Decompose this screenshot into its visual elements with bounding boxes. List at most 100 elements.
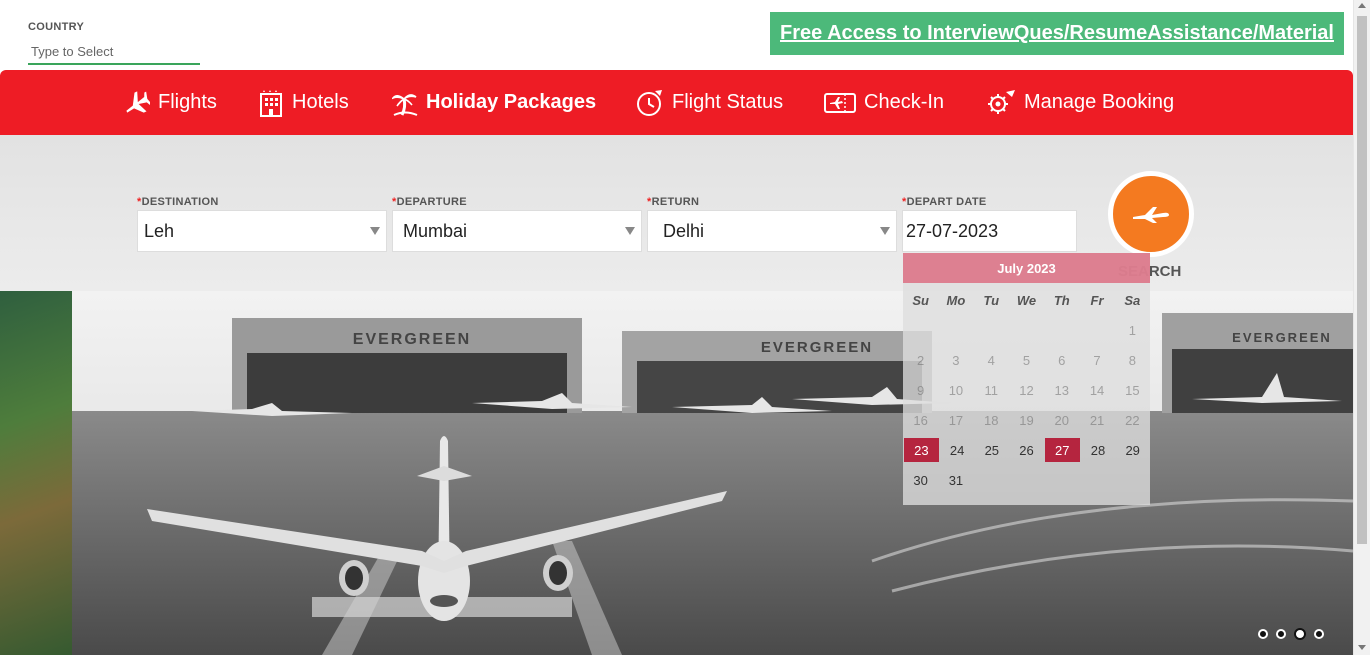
date-picker: July 2023 Su Mo Tu We Th Fr Sa 1 2 3 4 5 6 7 8 9 10 11 12 1…	[903, 253, 1150, 505]
calendar-weekday: Su	[912, 292, 929, 308]
nav-item-flights[interactable]: Flights	[122, 70, 217, 135]
calendar-day[interactable]: 28	[1081, 435, 1116, 465]
slider-dot[interactable]	[1258, 629, 1268, 639]
slider-dot-active[interactable]	[1294, 628, 1306, 640]
nav-item-label: Hotels	[292, 91, 349, 113]
nav-item-hotels[interactable]: Hotels	[258, 70, 349, 135]
departure-value: Mumbai	[403, 220, 468, 241]
gear-plane-icon	[988, 89, 1015, 114]
clock-plane-icon	[637, 89, 662, 116]
calendar-empty-cell	[1115, 465, 1150, 495]
chevron-down-icon	[880, 227, 890, 235]
chevron-down-icon	[625, 227, 635, 235]
hotel-icon	[260, 89, 282, 117]
slider-dot[interactable]	[1314, 629, 1324, 639]
depart-date-value: 27-07-2023	[906, 220, 999, 241]
calendar-empty-cell	[1009, 315, 1044, 345]
hero-banner: EVERGREEN EVERGREEN EVERGREEN	[0, 291, 1353, 655]
calendar-day[interactable]: 31	[938, 465, 973, 495]
slider-dot[interactable]	[1276, 629, 1286, 639]
country-label: COUNTRY	[28, 21, 85, 33]
hangar-sign: EVERGREEN	[761, 339, 873, 356]
calendar-day[interactable]: 26	[1009, 435, 1044, 465]
depart-date-input[interactable]: 27-07-2023	[902, 210, 1077, 252]
calendar-empty-cell	[903, 315, 938, 345]
calendar-day-disabled: 10	[948, 382, 964, 398]
calendar-day-disabled: 9	[917, 382, 925, 398]
calendar-day-selected[interactable]: 23	[904, 438, 939, 462]
nav-item-holiday-packages[interactable]: Holiday Packages	[392, 70, 596, 135]
hangar-sign: EVERGREEN	[353, 331, 471, 348]
calendar-weekday: We	[1016, 292, 1037, 308]
calendar-day-disabled: 3	[952, 352, 960, 368]
nav-item-check-in[interactable]: Check-In	[824, 70, 944, 135]
airplane-icon	[1133, 207, 1169, 223]
calendar-empty-cell	[974, 465, 1009, 495]
calendar-week-row: 16 17 18 19 20 21 22	[903, 405, 1150, 435]
search-button[interactable]	[1108, 171, 1194, 257]
calendar-day-disabled: 16	[913, 412, 928, 428]
calendar-day-disabled: 11	[984, 382, 998, 398]
nav-item-manage-booking[interactable]: Manage Booking	[986, 70, 1174, 135]
calendar-month-title: July 2023	[903, 253, 1150, 283]
chevron-down-icon	[370, 227, 380, 235]
calendar-day-disabled: 5	[1022, 352, 1031, 368]
nav-item-flight-status[interactable]: Flight Status	[636, 70, 783, 135]
calendar-grid: Su Mo Tu We Th Fr Sa 1 2 3 4 5 6 7 8 9 10 11 12 13 14 15 16 17 1…	[903, 285, 1150, 495]
return-select[interactable]: Delhi	[647, 210, 897, 252]
calendar-day-disabled: 8	[1128, 352, 1136, 368]
departure-select[interactable]: Mumbai	[392, 210, 642, 252]
calendar-day-selected[interactable]: 27	[1044, 438, 1080, 462]
scroll-down-arrow-icon[interactable]	[1358, 645, 1366, 650]
calendar-weekday: Sa	[1124, 292, 1141, 308]
calendar-weekday-row: Su Mo Tu We Th Fr Sa	[903, 285, 1150, 315]
calendar-day[interactable]: 30	[903, 465, 938, 495]
calendar-week-row: 30 31	[903, 465, 1150, 495]
calendar-weekday: Tu	[983, 292, 1000, 308]
calendar-day-disabled: 7	[1093, 352, 1101, 368]
calendar-day-disabled: 4	[987, 352, 995, 368]
calendar-empty-cell	[1009, 465, 1044, 495]
calendar-day-disabled: 15	[1125, 382, 1140, 398]
calendar-day-disabled: 19	[1019, 412, 1034, 428]
scroll-thumb[interactable]	[1357, 16, 1367, 544]
calendar-day[interactable]: 25	[974, 435, 1009, 465]
calendar-day-disabled: 6	[1058, 352, 1066, 368]
country-input[interactable]	[28, 40, 200, 65]
calendar-day-disabled: 21	[1089, 412, 1105, 428]
calendar-week-row: 2 3 4 5 6 7 8	[903, 345, 1150, 375]
slider-pagination	[1258, 628, 1324, 640]
hero-previous-slide-image	[0, 291, 72, 655]
return-value: Delhi	[663, 220, 705, 241]
destination-value: Leh	[144, 220, 175, 241]
calendar-week-row: 9 10 11 12 13 14 15	[903, 375, 1150, 405]
calendar-day-disabled: 17	[948, 412, 964, 428]
calendar-empty-cell	[1079, 465, 1114, 495]
calendar-weekday: Mo	[946, 292, 966, 308]
calendar-day[interactable]: 29	[1115, 435, 1150, 465]
departure-label: *DEPARTURE	[392, 196, 467, 208]
page-scrollbar[interactable]	[1353, 0, 1370, 655]
return-label: *RETURN	[647, 196, 700, 208]
nav-item-label: Manage Booking	[1024, 91, 1175, 113]
calendar-day-disabled: 1	[1128, 322, 1136, 338]
calendar-day[interactable]: 24	[940, 435, 975, 465]
promo-banner: Free Access to InterviewQues/ResumeAssis…	[770, 12, 1344, 55]
destination-select[interactable]: Leh	[137, 210, 387, 252]
calendar-weekday: Th	[1053, 292, 1070, 308]
promo-link[interactable]: Free Access to InterviewQues/ResumeAssis…	[780, 22, 1334, 45]
nav-item-label: Flights	[158, 91, 217, 113]
hangar-sign: EVERGREEN	[1232, 330, 1332, 345]
calendar-day-disabled: 22	[1125, 412, 1140, 428]
airport-photo: EVERGREEN EVERGREEN EVERGREEN	[72, 291, 1353, 655]
calendar-weekday: Fr	[1090, 292, 1104, 308]
calendar-day-disabled: 20	[1054, 412, 1069, 428]
airplane-icon	[126, 90, 150, 113]
calendar-empty-cell	[974, 315, 1009, 345]
calendar-day-disabled: 14	[1089, 382, 1105, 398]
nav-item-label: Flight Status	[672, 91, 784, 113]
calendar-day-disabled: 12	[1019, 382, 1034, 398]
scroll-up-arrow-icon[interactable]	[1358, 3, 1366, 8]
calendar-week-row: 23 24 25 26 27 28 29	[903, 435, 1150, 465]
main-nav: Flights Hotels Holiday Packages Flight S…	[0, 70, 1353, 135]
